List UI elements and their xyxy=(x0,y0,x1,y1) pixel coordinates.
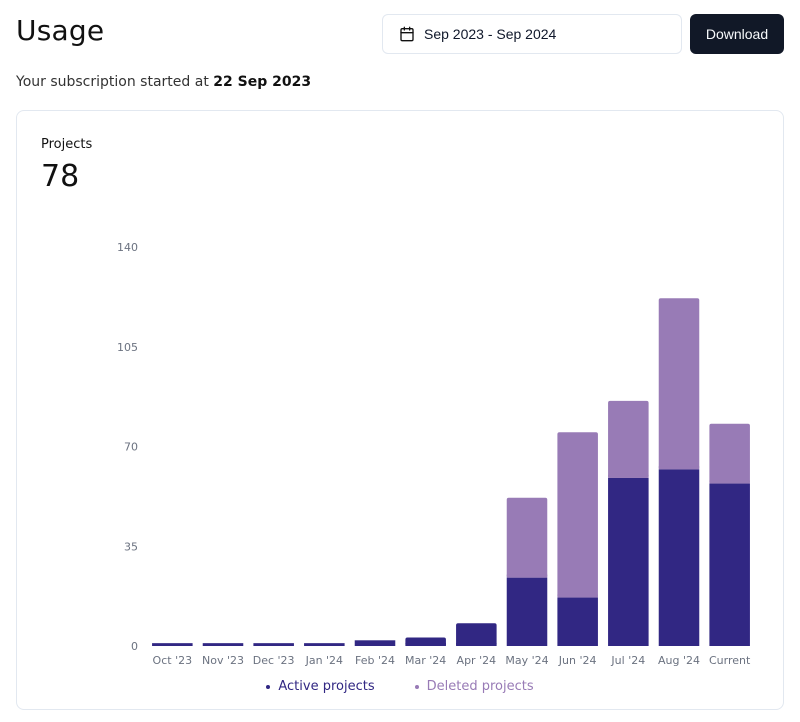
bar-segment-base xyxy=(709,480,750,484)
bar-active-projects[interactable] xyxy=(506,577,548,646)
bar-active-projects[interactable] xyxy=(202,643,244,646)
x-tick-label: Jan '24 xyxy=(305,654,343,667)
x-tick-label: Dec '23 xyxy=(253,654,295,667)
x-tick-label: Aug '24 xyxy=(658,654,700,667)
date-range-value: Sep 2023 - Sep 2024 xyxy=(424,26,557,42)
x-tick-label: Current xyxy=(709,654,751,667)
bar-active-projects[interactable] xyxy=(152,643,193,646)
page-title: Usage xyxy=(16,14,105,47)
projects-card: Projects 78 0 35 70 105 140 Oct '23 Nov '23 Dec… xyxy=(16,110,784,710)
bar-deleted-projects[interactable] xyxy=(658,298,700,470)
y-tick-label: 35 xyxy=(124,540,138,553)
x-tick-label: Mar '24 xyxy=(405,654,446,667)
bar-segment-base xyxy=(506,574,548,578)
chart-legend: Active projects Deleted projects xyxy=(17,679,783,694)
x-tick-label: Oct '23 xyxy=(153,654,193,667)
bar-active-projects[interactable] xyxy=(658,469,700,646)
y-tick-label: 140 xyxy=(117,241,138,254)
bar-active-projects[interactable] xyxy=(709,483,750,646)
legend-label-deleted: Deleted projects xyxy=(426,679,534,694)
x-tick-label: Feb '24 xyxy=(355,654,395,667)
bar-active-projects[interactable] xyxy=(608,477,649,646)
x-tick-label: May '24 xyxy=(505,654,548,667)
x-tick-label: Apr '24 xyxy=(457,654,497,667)
bar-deleted-projects[interactable] xyxy=(608,400,649,478)
bar-segment-base xyxy=(608,474,649,478)
bar-active-projects[interactable] xyxy=(354,640,396,646)
x-tick-label: Nov '23 xyxy=(202,654,244,667)
bar-active-projects[interactable] xyxy=(253,643,294,646)
bar-active-projects[interactable] xyxy=(456,623,497,646)
y-tick-label: 70 xyxy=(124,441,138,454)
bar-deleted-projects[interactable] xyxy=(709,423,750,484)
x-tick-label: Jul '24 xyxy=(610,654,645,667)
bar-segment-base xyxy=(456,643,497,646)
bar-deleted-projects[interactable] xyxy=(557,432,598,598)
legend-item-deleted[interactable]: Deleted projects xyxy=(414,679,534,694)
x-tick-label: Jun '24 xyxy=(558,654,597,667)
bar-segment-base xyxy=(405,643,446,646)
projects-chart: 0 35 70 105 140 Oct '23 Nov '23 Dec '23 Jan '24 F… xyxy=(117,241,751,667)
bar-deleted-projects[interactable] xyxy=(506,497,548,578)
legend-dot-active xyxy=(266,684,271,689)
y-tick-label: 105 xyxy=(117,341,138,354)
bar-segment-base xyxy=(658,466,700,470)
subscription-date: 22 Sep 2023 xyxy=(213,74,312,90)
y-tick-label: 0 xyxy=(131,640,138,653)
date-range-picker[interactable]: Sep 2023 - Sep 2024 xyxy=(382,14,682,54)
download-button[interactable]: Download xyxy=(690,14,784,54)
subscription-info: Your subscription started at 22 Sep 2023 xyxy=(16,74,311,90)
legend-label-active: Active projects xyxy=(278,679,375,694)
legend-dot-deleted xyxy=(414,684,419,689)
bar-active-projects[interactable] xyxy=(557,597,598,646)
legend-item-active[interactable]: Active projects xyxy=(266,679,375,694)
bar-active-projects[interactable] xyxy=(304,643,345,646)
calendar-icon xyxy=(400,26,414,42)
subscription-prefix: Your subscription started at xyxy=(16,74,214,90)
bar-segment-base xyxy=(557,594,598,598)
